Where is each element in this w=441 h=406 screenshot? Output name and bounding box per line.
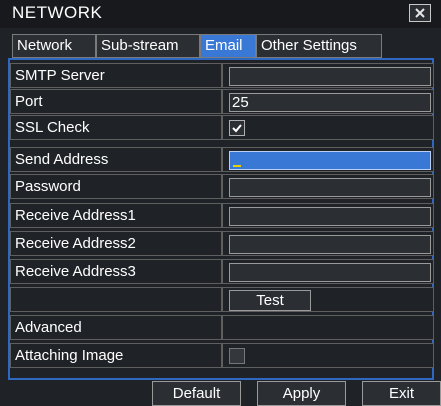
receive-address3-cell — [222, 259, 434, 284]
row-ssl-check: SSL Check — [10, 115, 434, 140]
row-password: Password — [10, 174, 434, 199]
password-label: Password — [10, 174, 222, 199]
tab-other-settings[interactable]: Other Settings — [256, 34, 382, 58]
text-cursor — [233, 165, 241, 167]
send-address-cell — [222, 147, 434, 172]
close-button[interactable] — [409, 4, 431, 22]
port-cell: 25 — [222, 89, 434, 114]
row-smtp-server: SMTP Server — [10, 63, 434, 88]
row-receive-address2: Receive Address2 — [10, 231, 434, 256]
close-icon — [415, 8, 425, 18]
attaching-image-cell — [222, 343, 434, 368]
test-button[interactable]: Test — [229, 290, 311, 311]
password-cell — [222, 174, 434, 199]
advanced-cell — [222, 315, 434, 340]
empty-label-cell — [10, 287, 222, 312]
receive-address2-cell — [222, 231, 434, 256]
row-receive-address1: Receive Address1 — [10, 203, 434, 228]
row-send-address: Send Address — [10, 147, 434, 172]
ssl-check-cell — [222, 115, 434, 140]
row-port: Port 25 — [10, 89, 434, 114]
receive-address2-input[interactable] — [229, 235, 431, 254]
port-input[interactable]: 25 — [229, 93, 431, 112]
test-cell: Test — [222, 287, 434, 312]
row-advanced: Advanced — [10, 315, 434, 340]
window-title: NETWORK — [12, 3, 103, 22]
row-receive-address3: Receive Address3 — [10, 259, 434, 284]
receive-address3-input[interactable] — [229, 263, 431, 282]
row-test: Test — [10, 287, 434, 312]
attaching-image-label: Attaching Image — [10, 343, 222, 368]
advanced-label: Advanced — [10, 315, 222, 340]
ssl-check-label: SSL Check — [10, 115, 222, 140]
receive-address1-label: Receive Address1 — [10, 203, 222, 228]
tab-email[interactable]: Email — [200, 34, 256, 58]
smtp-server-input[interactable] — [229, 67, 431, 86]
receive-address1-input[interactable] — [229, 207, 431, 226]
send-address-label: Send Address — [10, 147, 222, 172]
attaching-image-checkbox[interactable] — [229, 348, 245, 364]
tab-sub-stream[interactable]: Sub-stream — [96, 34, 200, 58]
password-input[interactable] — [229, 178, 431, 197]
exit-button[interactable]: Exit — [362, 381, 441, 406]
row-attaching-image: Attaching Image — [10, 343, 434, 368]
send-address-input[interactable] — [229, 151, 431, 170]
port-label: Port — [10, 89, 222, 114]
smtp-server-label: SMTP Server — [10, 63, 222, 88]
tab-network[interactable]: Network — [12, 34, 96, 58]
receive-address2-label: Receive Address2 — [10, 231, 222, 256]
receive-address1-cell — [222, 203, 434, 228]
title-bar: NETWORK — [0, 0, 441, 28]
receive-address3-label: Receive Address3 — [10, 259, 222, 284]
ssl-check-checkbox[interactable] — [229, 120, 245, 136]
checkmark-icon — [232, 124, 242, 133]
apply-button[interactable]: Apply — [257, 381, 346, 406]
default-button[interactable]: Default — [152, 381, 241, 406]
smtp-server-cell — [222, 63, 434, 88]
